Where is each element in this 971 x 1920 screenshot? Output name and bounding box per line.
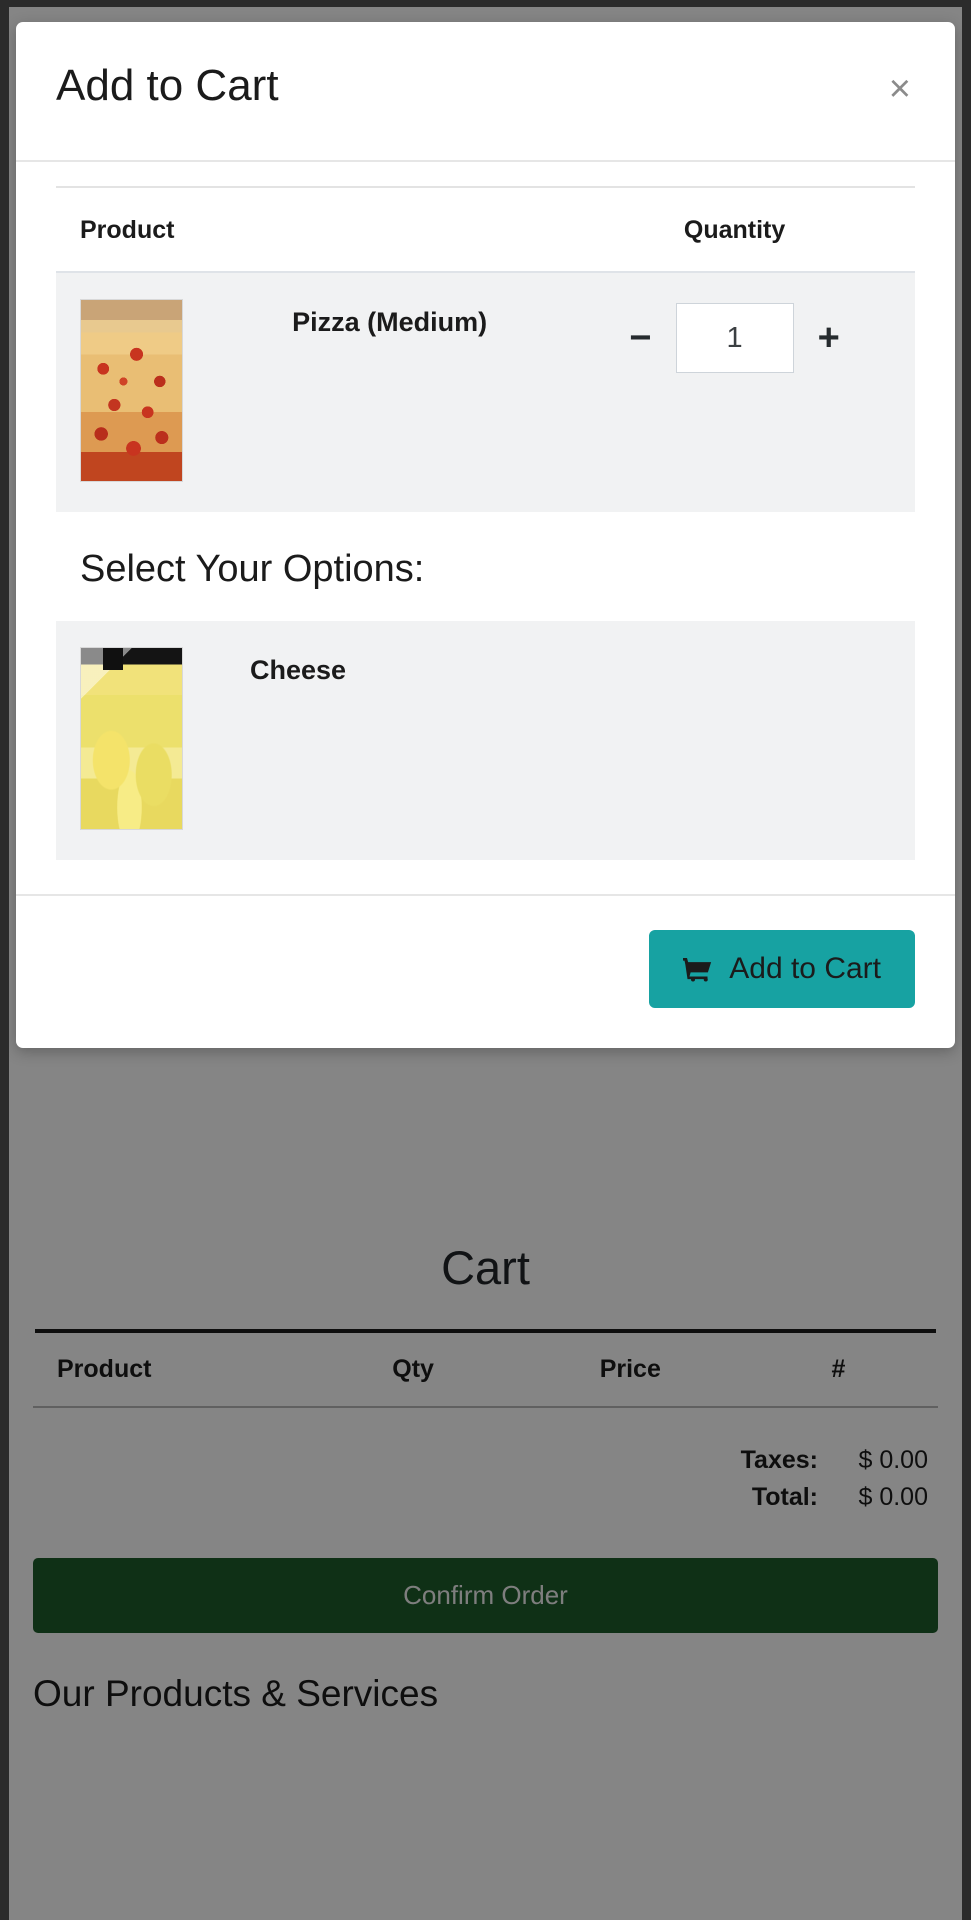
add-to-cart-button[interactable]: Add to Cart — [649, 930, 915, 1008]
browser-chrome-right — [962, 0, 971, 1920]
modal-title: Add to Cart — [56, 61, 279, 110]
pizza-thumbnail-icon — [80, 299, 183, 482]
add-to-cart-label: Add to Cart — [729, 952, 881, 985]
quantity-input[interactable] — [675, 303, 794, 373]
product-table: Product Quantity Pizza (Medium) − 1 + — [56, 186, 915, 512]
option-thumbnail-cell — [56, 621, 206, 860]
product-column-header: Product — [56, 187, 555, 273]
browser-chrome-left — [0, 0, 9, 1920]
product-table-header-row: Product Quantity — [56, 187, 915, 273]
quantity-stepper: − + — [625, 303, 843, 373]
modal-body: Product Quantity Pizza (Medium) − 1 + Se… — [16, 162, 955, 894]
options-table: Cheese — [56, 621, 915, 860]
cheese-thumbnail-icon — [80, 647, 183, 830]
table-row[interactable]: Cheese — [56, 621, 915, 860]
add-to-cart-modal: Add to Cart × Product Quantity Pizza (Me… — [16, 22, 955, 1048]
app-root: Cart Product Qty Price # Taxes: $ 0.00 T… — [0, 0, 971, 1920]
quantity-cell: − + — [554, 272, 915, 512]
increment-quantity-button[interactable]: + — [814, 319, 844, 357]
browser-chrome-top — [0, 0, 971, 7]
product-name-cell: Pizza (Medium) — [248, 272, 555, 512]
option-name: Cheese — [250, 655, 347, 685]
table-row: Pizza (Medium) − + — [56, 272, 915, 512]
cheese-image — [81, 648, 182, 829]
close-icon[interactable]: × — [881, 66, 919, 112]
modal-footer: Add to Cart — [16, 894, 955, 1048]
option-name-cell: Cheese — [206, 621, 915, 860]
shopping-cart-icon — [683, 956, 713, 982]
product-name: Pizza (Medium) — [292, 307, 488, 337]
pizza-image — [81, 300, 182, 481]
decrement-quantity-button[interactable]: − — [625, 319, 655, 357]
modal-header: Add to Cart × — [16, 22, 955, 162]
product-thumbnail-cell — [56, 272, 249, 512]
options-heading: Select Your Options: — [80, 548, 425, 590]
quantity-column-header: Quantity — [554, 187, 915, 273]
